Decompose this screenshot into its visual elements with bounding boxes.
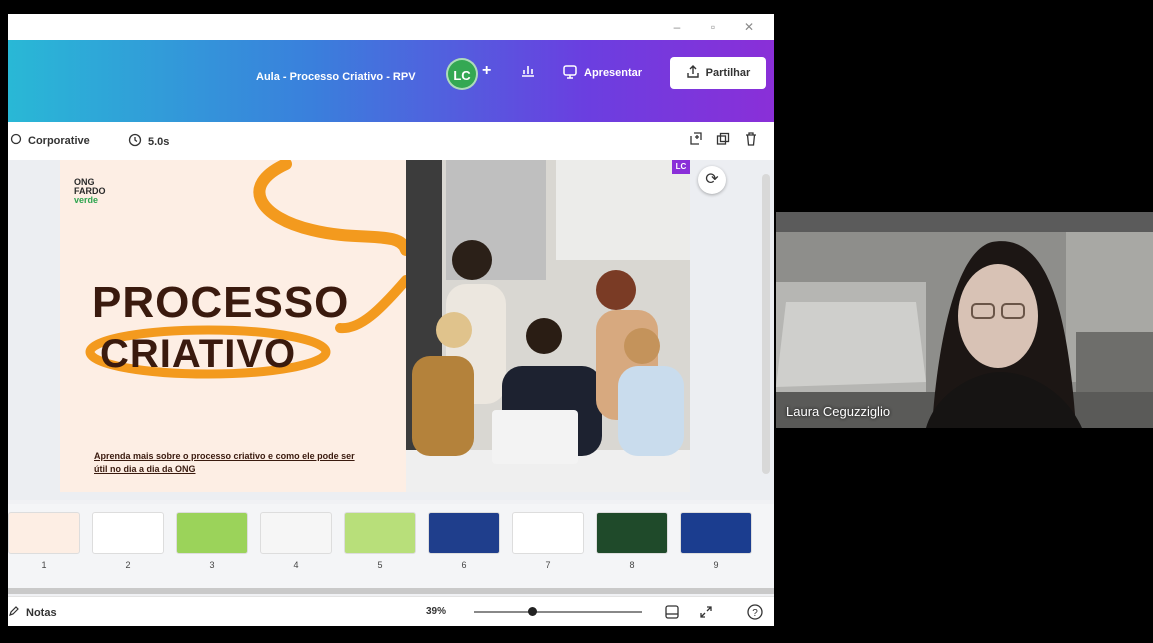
webcam-feed bbox=[776, 212, 1153, 428]
page-thumbnail[interactable] bbox=[512, 512, 584, 554]
slide-title-line-1[interactable]: PROCESSO bbox=[92, 278, 349, 328]
timer-label: 5.0s bbox=[148, 135, 170, 148]
fullscreen-icon[interactable] bbox=[698, 604, 714, 625]
logo-line-3: verde bbox=[74, 195, 99, 205]
ong-logo: ONG FARDO verde bbox=[74, 178, 106, 205]
insights-chart-icon[interactable] bbox=[520, 62, 536, 81]
font-selector[interactable]: Corporative bbox=[10, 133, 90, 148]
zoom-slider-handle[interactable] bbox=[528, 607, 537, 616]
add-collaborator-button[interactable]: + bbox=[482, 62, 491, 80]
team-photo[interactable] bbox=[406, 160, 690, 492]
help-icon[interactable]: ? bbox=[746, 603, 764, 626]
page-number: 8 bbox=[629, 560, 635, 570]
grid-view-icon[interactable] bbox=[664, 604, 680, 625]
page-number: 6 bbox=[461, 560, 467, 570]
page-number: 1 bbox=[41, 560, 47, 570]
page-thumbnail[interactable] bbox=[680, 512, 752, 554]
page-number: 9 bbox=[713, 560, 719, 570]
thumbnail-scrollbar[interactable] bbox=[8, 588, 774, 594]
slide-timer[interactable]: 5.0s bbox=[128, 133, 169, 150]
share-button[interactable]: Partilhar bbox=[670, 57, 766, 89]
bottom-bar: Notas 39% ? bbox=[8, 596, 774, 626]
canvas-scrollbar[interactable] bbox=[762, 174, 770, 474]
font-icon bbox=[10, 133, 22, 148]
maximize-button[interactable]: ▫ bbox=[704, 18, 722, 36]
page-number: 5 bbox=[377, 560, 383, 570]
participant-name: Laura Ceguzziglio bbox=[786, 404, 891, 419]
duplicate-page-icon[interactable] bbox=[716, 132, 730, 149]
window-titlebar: – ▫ ✕ bbox=[8, 14, 774, 40]
refresh-icon[interactable]: ⟳ bbox=[698, 166, 726, 194]
page-thumbnail[interactable] bbox=[596, 512, 668, 554]
present-icon bbox=[562, 64, 578, 83]
present-label: Apresentar bbox=[584, 67, 643, 79]
share-icon bbox=[686, 64, 700, 82]
share-label: Partilhar bbox=[705, 67, 751, 79]
clock-icon bbox=[128, 133, 142, 150]
zoom-level[interactable]: 39% bbox=[426, 606, 446, 617]
page-thumbnail[interactable] bbox=[344, 512, 416, 554]
page-thumbnail[interactable] bbox=[92, 512, 164, 554]
zoom-slider[interactable] bbox=[474, 611, 642, 613]
svg-text:?: ? bbox=[752, 608, 758, 619]
slide-canvas[interactable]: ONG FARDO verde PROCESSO CRIATIVO Aprend… bbox=[60, 160, 690, 492]
slide-text-panel: ONG FARDO verde PROCESSO CRIATIVO Aprend… bbox=[60, 160, 406, 492]
present-button[interactable]: Apresentar bbox=[556, 60, 648, 86]
page-number: 4 bbox=[293, 560, 299, 570]
close-window-button[interactable]: ✕ bbox=[740, 18, 758, 36]
minimize-button[interactable]: – bbox=[668, 18, 686, 36]
page-thumbnail[interactable] bbox=[260, 512, 332, 554]
page-number: 3 bbox=[209, 560, 215, 570]
add-page-icon[interactable] bbox=[688, 132, 702, 149]
pencil-icon bbox=[8, 605, 20, 620]
avatar[interactable]: LC bbox=[446, 58, 478, 90]
notes-button[interactable]: Notas bbox=[8, 605, 57, 620]
page-thumbnail[interactable] bbox=[8, 512, 80, 554]
slide-title-line-2[interactable]: CRIATIVO bbox=[100, 332, 296, 377]
page-thumbnail[interactable] bbox=[176, 512, 248, 554]
page-thumbnail[interactable] bbox=[428, 512, 500, 554]
page-number: 7 bbox=[545, 560, 551, 570]
document-title[interactable]: Aula - Processo Criativo - RPV bbox=[256, 71, 416, 83]
slide-subtitle[interactable]: Aprenda mais sobre o processo criativo e… bbox=[94, 450, 364, 476]
context-toolbar: Corporative 5.0s bbox=[8, 122, 774, 161]
page-thumbnail-strip: 1 2 3 4 5 6 7 8 9 bbox=[8, 504, 774, 592]
delete-page-icon[interactable] bbox=[744, 132, 758, 149]
page-number: 2 bbox=[125, 560, 131, 570]
font-name-label: Corporative bbox=[28, 134, 90, 147]
notes-label: Notas bbox=[26, 606, 57, 619]
collaborator-badge: LC bbox=[672, 160, 690, 174]
canva-window: – ▫ ✕ Aula - Processo Criativo - RPV LC … bbox=[8, 14, 774, 626]
